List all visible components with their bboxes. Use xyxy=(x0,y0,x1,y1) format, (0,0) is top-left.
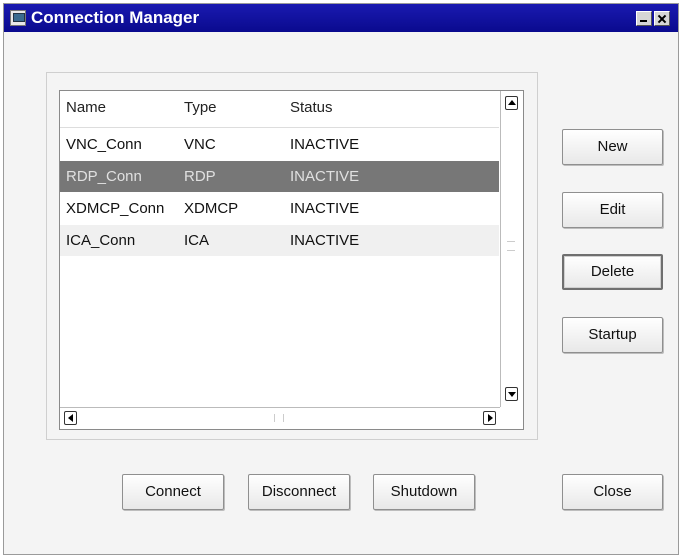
connection-status: INACTIVE xyxy=(290,136,360,153)
connection-name: VNC_Conn xyxy=(66,136,142,153)
app-window-icon[interactable] xyxy=(10,10,26,26)
connection-type: XDMCP xyxy=(184,200,239,217)
table-row[interactable]: VNC_Conn VNC INACTIVE xyxy=(60,129,499,160)
column-header-type[interactable]: Type xyxy=(184,91,217,125)
scroll-down-icon[interactable] xyxy=(505,387,518,401)
connection-name: RDP_Conn xyxy=(66,168,142,185)
scroll-right-icon[interactable] xyxy=(483,411,496,425)
scroll-left-icon[interactable] xyxy=(64,411,77,425)
connection-type: RDP xyxy=(184,168,216,185)
scroll-up-icon[interactable] xyxy=(505,96,518,110)
vertical-scrollbar[interactable] xyxy=(500,91,523,407)
scroll-grip-icon[interactable] xyxy=(274,414,284,422)
connection-name: ICA_Conn xyxy=(66,232,136,249)
window-title: Connection Manager xyxy=(31,8,200,27)
shutdown-button[interactable]: Shutdown xyxy=(373,474,475,510)
table-row[interactable]: XDMCP_Conn XDMCP INACTIVE xyxy=(60,193,499,224)
new-button[interactable]: New xyxy=(562,129,663,165)
connection-status: INACTIVE xyxy=(290,200,360,217)
connection-type: ICA xyxy=(184,232,210,249)
startup-button[interactable]: Startup xyxy=(562,317,663,353)
column-header-status[interactable]: Status xyxy=(290,91,333,125)
connection-status: INACTIVE xyxy=(290,232,360,249)
connection-status: INACTIVE xyxy=(290,168,360,185)
connect-button[interactable]: Connect xyxy=(122,474,224,510)
close-button[interactable]: Close xyxy=(562,474,663,510)
disconnect-button[interactable]: Disconnect xyxy=(248,474,350,510)
minimize-icon[interactable] xyxy=(636,11,652,26)
scroll-grip-icon[interactable] xyxy=(507,241,515,251)
connection-name: XDMCP_Conn xyxy=(66,200,165,217)
list-header: Name Type Status xyxy=(60,91,499,128)
delete-button[interactable]: Delete xyxy=(562,254,663,290)
table-row[interactable]: ICA_Conn ICA INACTIVE xyxy=(60,225,499,256)
table-row-selected[interactable]: RDP_Conn RDP INACTIVE xyxy=(60,161,499,192)
edit-button[interactable]: Edit xyxy=(562,192,663,228)
close-icon[interactable] xyxy=(654,11,670,26)
connections-list[interactable]: Name Type Status VNC_Conn VNC INACTIVE R… xyxy=(59,90,524,430)
connection-type: VNC xyxy=(184,136,216,153)
title-bar[interactable]: Connection Manager xyxy=(4,4,678,32)
horizontal-scrollbar[interactable] xyxy=(60,407,500,429)
column-header-name[interactable]: Name xyxy=(66,91,107,125)
